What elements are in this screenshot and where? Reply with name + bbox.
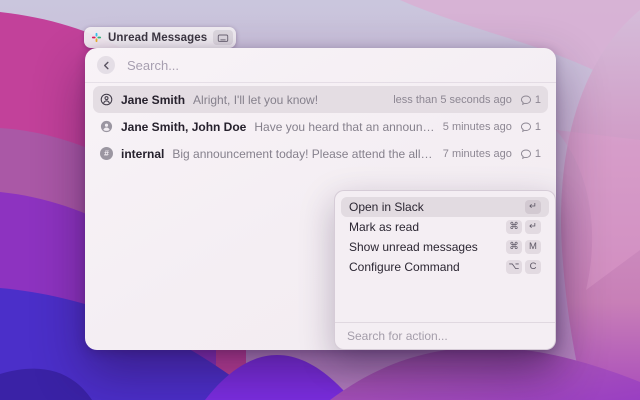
reply-count: 1 bbox=[535, 94, 541, 106]
person-circle-icon bbox=[100, 93, 113, 106]
return-key-icon: ↵ bbox=[525, 220, 541, 234]
command-chip[interactable]: Unread Messages bbox=[84, 27, 236, 48]
message-row[interactable]: # internal Big announcement today! Pleas… bbox=[93, 140, 548, 167]
shortcut-keys: ⌥ C bbox=[506, 260, 541, 274]
message-list: Jane Smith Alright, I'll let you know! l… bbox=[85, 83, 556, 167]
action-search-input[interactable] bbox=[345, 328, 545, 344]
action-open-in-slack[interactable]: Open in Slack ↵ bbox=[341, 197, 549, 217]
message-timestamp: less than 5 seconds ago bbox=[393, 94, 512, 106]
slack-icon bbox=[91, 32, 102, 43]
action-show-unread-messages[interactable]: Show unread messages ⌘ M bbox=[341, 237, 549, 257]
action-panel: Open in Slack ↵ Mark as read ⌘ ↵ Show un… bbox=[334, 190, 556, 350]
command-key-icon: ⌘ bbox=[506, 240, 522, 254]
message-timestamp: 5 minutes ago bbox=[443, 121, 512, 133]
action-mark-as-read[interactable]: Mark as read ⌘ ↵ bbox=[341, 217, 549, 237]
reply-count-badge: 1 bbox=[520, 94, 541, 106]
desktop: Unread Messages bbox=[0, 0, 640, 400]
chevron-left-icon bbox=[102, 61, 111, 70]
message-preview: Big announcement today! Please attend th… bbox=[172, 147, 434, 161]
message-sender: Jane Smith bbox=[121, 93, 185, 107]
reply-count: 1 bbox=[535, 148, 541, 160]
shortcut-keys: ⌘ M bbox=[506, 240, 541, 254]
message-preview: Have you heard that an announcement is c… bbox=[254, 120, 434, 134]
action-configure-command[interactable]: Configure Command ⌥ C bbox=[341, 257, 549, 277]
raycast-window: Jane Smith Alright, I'll let you know! l… bbox=[85, 48, 556, 350]
panel-spacer bbox=[335, 283, 555, 322]
message-row[interactable]: Jane Smith, John Doe Have you heard that… bbox=[93, 113, 548, 140]
c-key: C bbox=[525, 260, 541, 274]
message-row[interactable]: Jane Smith Alright, I'll let you know! l… bbox=[93, 86, 548, 113]
search-bar bbox=[85, 48, 556, 83]
reply-count: 1 bbox=[535, 121, 541, 133]
speech-bubble-icon bbox=[520, 148, 532, 160]
reply-count-badge: 1 bbox=[520, 121, 541, 133]
option-key-icon: ⌥ bbox=[506, 260, 522, 274]
message-preview: Alright, I'll let you know! bbox=[193, 93, 318, 107]
message-timestamp: 7 minutes ago bbox=[443, 148, 512, 160]
action-list: Open in Slack ↵ Mark as read ⌘ ↵ Show un… bbox=[335, 191, 555, 283]
shortcut-keys: ⌘ ↵ bbox=[506, 220, 541, 234]
search-input[interactable] bbox=[125, 57, 544, 74]
keyboard-icon bbox=[213, 30, 233, 45]
people-circle-icon bbox=[100, 120, 113, 133]
back-button[interactable] bbox=[97, 56, 115, 74]
speech-bubble-icon bbox=[520, 94, 532, 106]
message-sender: internal bbox=[121, 147, 164, 161]
command-key-icon: ⌘ bbox=[506, 220, 522, 234]
shortcut-keys: ↵ bbox=[525, 200, 541, 214]
command-chip-label: Unread Messages bbox=[108, 32, 207, 44]
reply-count-badge: 1 bbox=[520, 148, 541, 160]
m-key: M bbox=[525, 240, 541, 254]
hash-circle-icon: # bbox=[100, 147, 113, 160]
return-key-icon: ↵ bbox=[525, 200, 541, 214]
action-search-bar bbox=[335, 322, 555, 349]
message-sender: Jane Smith, John Doe bbox=[121, 120, 246, 134]
speech-bubble-icon bbox=[520, 121, 532, 133]
